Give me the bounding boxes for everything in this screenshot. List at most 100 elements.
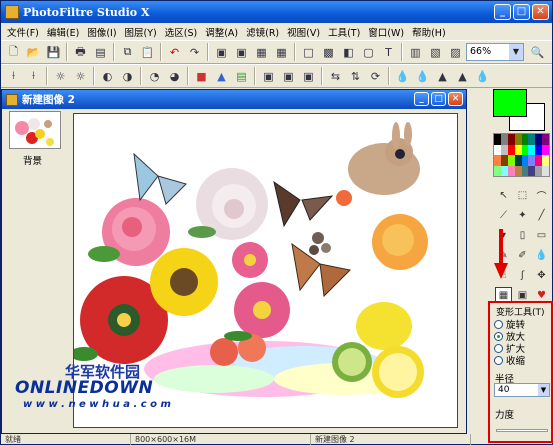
swatch[interactable] [514,134,522,145]
grayscale-icon[interactable]: ▣ [260,68,277,85]
menu-selection[interactable]: 选区(S) [161,25,201,39]
swatch[interactable] [535,165,543,176]
save-icon[interactable]: 💾 [45,44,62,61]
flip-v-icon[interactable]: ⇅ [347,68,364,85]
layer-copy-icon[interactable]: ▣ [233,44,250,61]
brightness-minus-icon[interactable]: ☼ [52,68,69,85]
sharpen-icon[interactable]: 💧 [414,68,431,85]
swatch[interactable] [542,144,549,155]
radio-button[interactable] [494,331,503,341]
zoom-select[interactable]: 66% ▼ [466,43,524,61]
swatch[interactable] [514,144,522,155]
menu-filter[interactable]: 滤镜(R) [242,25,283,39]
swatch[interactable] [521,165,529,176]
sepia-icon[interactable]: ▣ [280,68,297,85]
swatch[interactable] [500,165,508,176]
swatch[interactable] [535,155,543,166]
swatch[interactable] [542,134,549,145]
deform-icon[interactable]: ʃ [514,267,531,284]
swatch[interactable] [528,155,536,166]
menu-adjust[interactable]: 调整(A) [201,25,242,39]
minimize-button[interactable]: _ [494,4,511,20]
menu-help[interactable]: 帮助(H) [408,25,450,39]
doc-close-button[interactable]: ✕ [448,92,463,106]
clone-icon[interactable]: ✥ [533,267,550,284]
doc-minimize-button[interactable]: _ [414,92,429,106]
mask-icon[interactable]: ◧ [340,44,357,61]
swatch[interactable] [494,165,501,176]
canvas-size-icon[interactable]: ▦ [273,44,290,61]
selection-icon[interactable]: ⬚ [514,187,531,204]
brightness-plus-icon[interactable]: ☼ [72,68,89,85]
scan-icon[interactable]: ▤ [92,44,109,61]
menu-edit[interactable]: 编辑(E) [43,25,83,39]
swatch[interactable] [535,134,543,145]
contrast-plus-icon[interactable]: ◑ [119,68,136,85]
swatch[interactable] [514,165,522,176]
swatch[interactable] [500,144,508,155]
layer-icon[interactable]: ▣ [213,44,230,61]
radius-select[interactable]: 40 ▼ [494,383,550,397]
radio-button[interactable] [494,319,503,329]
foreground-color-swatch[interactable] [493,89,527,117]
spray-icon[interactable]: ▯ [514,227,531,244]
saturation-plus-icon[interactable]: ◕ [166,68,183,85]
redo-icon[interactable]: ↷ [186,44,203,61]
paste-icon[interactable]: 📋 [139,44,156,61]
swatch[interactable] [535,144,543,155]
contrast-minus-icon[interactable]: ◐ [99,68,116,85]
swatch[interactable] [528,144,536,155]
lasso-icon[interactable]: ⌒ [533,187,550,204]
menu-layer[interactable]: 图层(Y) [121,25,161,39]
swatch[interactable] [542,155,549,166]
swatch[interactable] [494,134,501,145]
swatch[interactable] [521,155,529,166]
print-icon[interactable]: 🖶 [72,44,89,61]
auto-level-icon[interactable]: ⟊ [5,68,22,85]
swatch[interactable] [514,155,522,166]
negative-icon[interactable]: ▣ [300,68,317,85]
pointer-icon[interactable]: ↖ [495,187,512,204]
frame-icon[interactable]: ▢ [360,44,377,61]
mode-shrink[interactable]: 收缩 [494,353,525,367]
doc-maximize-button[interactable]: □ [431,92,446,106]
blur-icon[interactable]: 💧 [394,68,411,85]
close-button[interactable]: ✕ [532,4,549,20]
grid-icon[interactable]: ▩ [320,44,337,61]
menu-tools[interactable]: 工具(T) [324,25,364,39]
magic-wand-icon[interactable]: ✦ [514,207,531,224]
rgb-icon[interactable]: ▤ [233,68,250,85]
chevron-down-icon[interactable]: ▼ [538,384,549,396]
emboss-icon[interactable]: 💧 [474,68,491,85]
smooth-icon[interactable]: ▲ [454,68,471,85]
swatch[interactable] [528,165,536,176]
copy-icon[interactable]: ⧉ [119,44,136,61]
zoom-magnifier-icon[interactable]: 🔍 [529,44,546,61]
select-all-icon[interactable]: □ [300,44,317,61]
browser-icon[interactable]: ▨ [447,44,464,61]
swatch[interactable] [528,134,536,145]
swatch[interactable] [507,144,515,155]
flip-h-icon[interactable]: ⇆ [327,68,344,85]
radio-button[interactable] [494,355,503,365]
image-size-icon[interactable]: ▦ [253,44,270,61]
radio-button[interactable] [494,343,503,353]
rotate-icon[interactable]: ⟳ [367,68,384,85]
thumbnail-icon[interactable]: ▧ [427,44,444,61]
swatch[interactable] [507,165,515,176]
text-icon[interactable]: T [380,44,397,61]
menu-view[interactable]: 视图(V) [283,25,324,39]
menu-window[interactable]: 窗口(W) [364,25,408,39]
open-folder-icon[interactable]: 📂 [25,44,42,61]
color-icon[interactable]: ■ [193,68,210,85]
swatch[interactable] [521,144,529,155]
color-palette[interactable] [493,133,550,177]
gradient-icon[interactable]: ▲ [213,68,230,85]
saturation-minus-icon[interactable]: ◔ [146,68,163,85]
new-file-icon[interactable]: 🗋 [5,44,22,61]
eyedropper-icon[interactable]: ⟋ [495,207,512,224]
menu-file[interactable]: 文件(F) [3,25,43,39]
swatch[interactable] [521,134,529,145]
blur-tool-icon[interactable]: 💧 [533,247,550,264]
swatch[interactable] [542,165,549,176]
